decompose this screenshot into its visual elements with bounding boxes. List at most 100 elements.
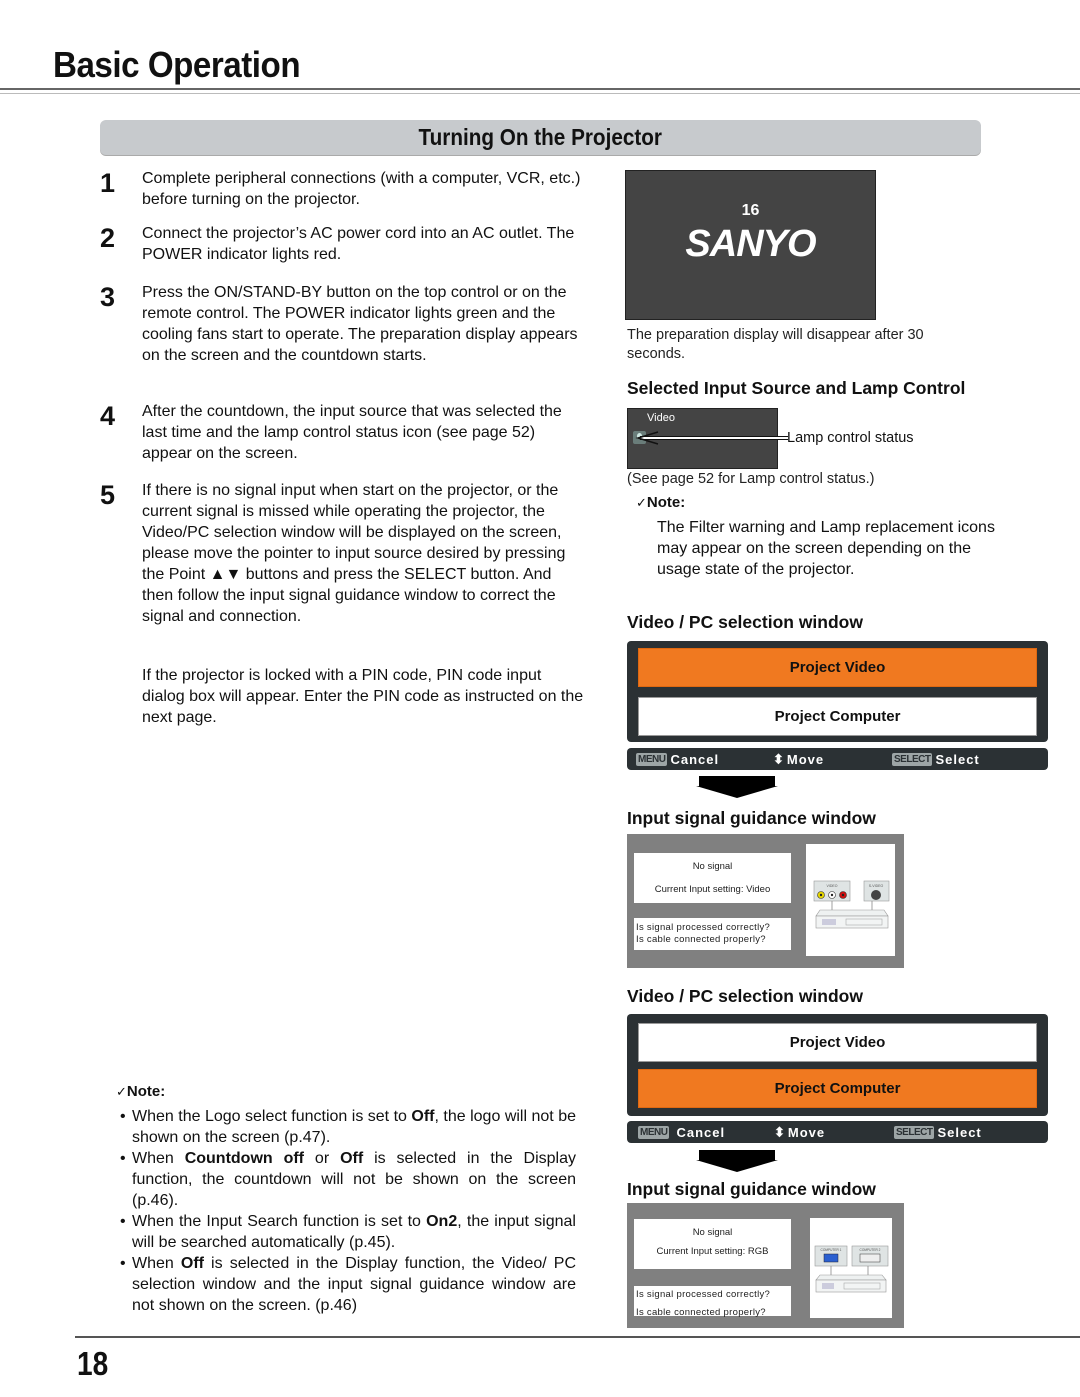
note-text: When — [132, 1255, 181, 1272]
signal-questions: Is signal processed correctly? Is cable … — [634, 918, 791, 950]
preparation-caption: The preparation display will disappear a… — [627, 327, 924, 362]
page-title: Basic Operation — [53, 44, 301, 85]
note-heading-text: Note: — [646, 494, 686, 511]
step-text: If there is no signal input when start o… — [142, 482, 566, 625]
checkmark-icon: ✓ — [116, 1084, 127, 1099]
note-list-left: • When the Logo select function is set to… — [118, 1106, 576, 1316]
note-emphasis: On2 — [426, 1213, 458, 1230]
cancel-label: Cancel — [670, 752, 720, 768]
note-item: • When Countdown off or Off is selected i… — [118, 1148, 576, 1211]
signal-info-box: No signal Current Input setting: RGB — [634, 1219, 791, 1269]
note-item: • When Off is selected in the Display fun… — [118, 1253, 576, 1316]
input-signal-guidance-window: No signal Current Input setting: RGB Is … — [627, 1203, 904, 1328]
option-project-computer[interactable]: Project Computer — [638, 1069, 1037, 1108]
step-text: Complete peripheral connections (with a … — [142, 170, 581, 208]
option-project-video[interactable]: Project Video — [638, 648, 1037, 687]
step-number: 5 — [100, 480, 116, 510]
cancel-label: Cancel — [676, 1125, 726, 1141]
up-down-arrow-icon: ⬍ — [774, 1124, 785, 1140]
note-item: • When the Input Search function is set t… — [118, 1211, 576, 1253]
checkmark-icon: ✓ — [636, 495, 647, 510]
selection-footer: MENU Cancel ⬍ Move SELECT Select — [627, 1121, 1048, 1143]
note-emphasis: Off — [340, 1150, 364, 1167]
select-key-icon: SELECT — [892, 753, 933, 767]
select-key-icon: SELECT — [894, 1126, 935, 1140]
select-label: Select — [935, 752, 980, 768]
selection-footer: MENU Cancel ⬍ Move SELECT Select — [627, 748, 1048, 770]
note-text: When the Logo select function is set to — [132, 1108, 412, 1125]
option-project-computer[interactable]: Project Computer — [638, 697, 1037, 736]
question: Is cable connected properly? — [636, 1307, 766, 1318]
video-pc-selection-window: Project Video Project Computer — [627, 641, 1048, 742]
question: Is signal processed correctly? — [636, 1289, 771, 1300]
signal-status: No signal — [692, 861, 733, 872]
port-label: VIDEO — [827, 884, 838, 888]
guidance-window-heading: Input signal guidance window — [627, 1179, 876, 1199]
signal-status: No signal — [692, 1227, 733, 1238]
selection-window-heading: Video / PC selection window — [627, 986, 863, 1006]
note-emphasis: Off — [180, 1255, 204, 1272]
signal-info-box: No signal Current Input setting: Video — [634, 853, 791, 903]
page-number: 18 — [77, 1345, 109, 1382]
up-down-arrow-icon: ⬍ — [773, 751, 784, 767]
current-input-setting: Current Input setting: Video — [654, 884, 771, 895]
connection-illustration: COMPUTER 1 COMPUTER 2 — [810, 1218, 892, 1318]
step-number: 3 — [100, 282, 116, 312]
pointer-arrow-icon — [635, 431, 788, 445]
guidance-window-heading: Input signal guidance window — [627, 808, 876, 828]
down-arrow-icon — [696, 1150, 778, 1172]
note-heading-text: Note: — [126, 1083, 166, 1100]
question: Is cable connected properly? — [636, 934, 766, 945]
port-label: COMPUTER 2 — [860, 1248, 881, 1252]
selection-window-heading: Video / PC selection window — [627, 612, 863, 632]
section-title-bar: Turning On the Projector — [100, 120, 981, 155]
note-emphasis: Countdown off — [184, 1150, 305, 1167]
signal-questions: Is signal processed correctly? Is cable … — [634, 1286, 791, 1318]
preparation-display: 16 SANYO — [625, 170, 876, 320]
move-label: Move — [787, 1125, 826, 1141]
video-device-icon: VIDEO S-VIDEO — [813, 880, 890, 929]
move-hint: ⬍ Move — [774, 1124, 825, 1141]
header-rule — [0, 88, 1080, 90]
note-emphasis: Off — [411, 1108, 435, 1125]
footer-rule — [75, 1336, 1080, 1338]
cancel-hint: MENU Cancel — [638, 1124, 725, 1140]
menu-key-icon: MENU — [638, 1126, 670, 1140]
note-heading-left: ✓Note: — [116, 1083, 165, 1100]
move-hint: ⬍ Move — [773, 751, 824, 768]
step-number: 4 — [100, 401, 116, 431]
question: Is signal processed correctly? — [636, 922, 771, 933]
input-source-label: Video — [647, 412, 675, 424]
note-heading-right: ✓Note: — [636, 494, 685, 511]
move-label: Move — [786, 752, 825, 768]
port-label: S-VIDEO — [869, 884, 884, 888]
current-input-setting: Current Input setting: RGB — [656, 1246, 769, 1257]
bullet-icon: • — [120, 1255, 126, 1272]
note-text: When — [132, 1150, 185, 1167]
option-project-video[interactable]: Project Video — [638, 1023, 1037, 1062]
select-hint: SELECT Select — [892, 751, 980, 767]
select-label: Select — [937, 1125, 982, 1141]
countdown-number: 16 — [741, 202, 760, 219]
port-label: COMPUTER 1 — [821, 1248, 842, 1252]
step-text: Press the ON/STAND-BY button on the top … — [142, 284, 578, 364]
menu-key-icon: MENU — [636, 753, 668, 767]
connection-illustration: VIDEO S-VIDEO — [806, 844, 895, 956]
down-arrow-icon — [696, 776, 778, 798]
note-text-right: The Filter warning and Lamp replacement … — [657, 519, 995, 578]
step-number: 1 — [100, 168, 116, 198]
note-item: • When the Logo select function is set to… — [118, 1106, 576, 1148]
step-number: 2 — [100, 223, 116, 253]
video-pc-selection-window: Project Video Project Computer — [627, 1014, 1048, 1116]
pin-code-paragraph: If the projector is locked with a PIN co… — [142, 667, 584, 726]
lamp-caption: (See page 52 for Lamp control status.) — [627, 471, 875, 487]
sanyo-logo: SANYO — [685, 223, 816, 265]
note-text: When the Input Search function is set to — [132, 1213, 427, 1230]
step-text: Connect the projector’s AC power cord in… — [142, 225, 575, 263]
select-hint: SELECT Select — [894, 1124, 982, 1140]
bullet-icon: • — [120, 1108, 126, 1125]
computer-device-icon: COMPUTER 1 COMPUTER 2 — [814, 1245, 889, 1293]
bullet-icon: • — [120, 1213, 126, 1230]
lamp-section-heading: Selected Input Source and Lamp Control — [627, 378, 966, 398]
header-rule-secondary — [0, 93, 1080, 94]
